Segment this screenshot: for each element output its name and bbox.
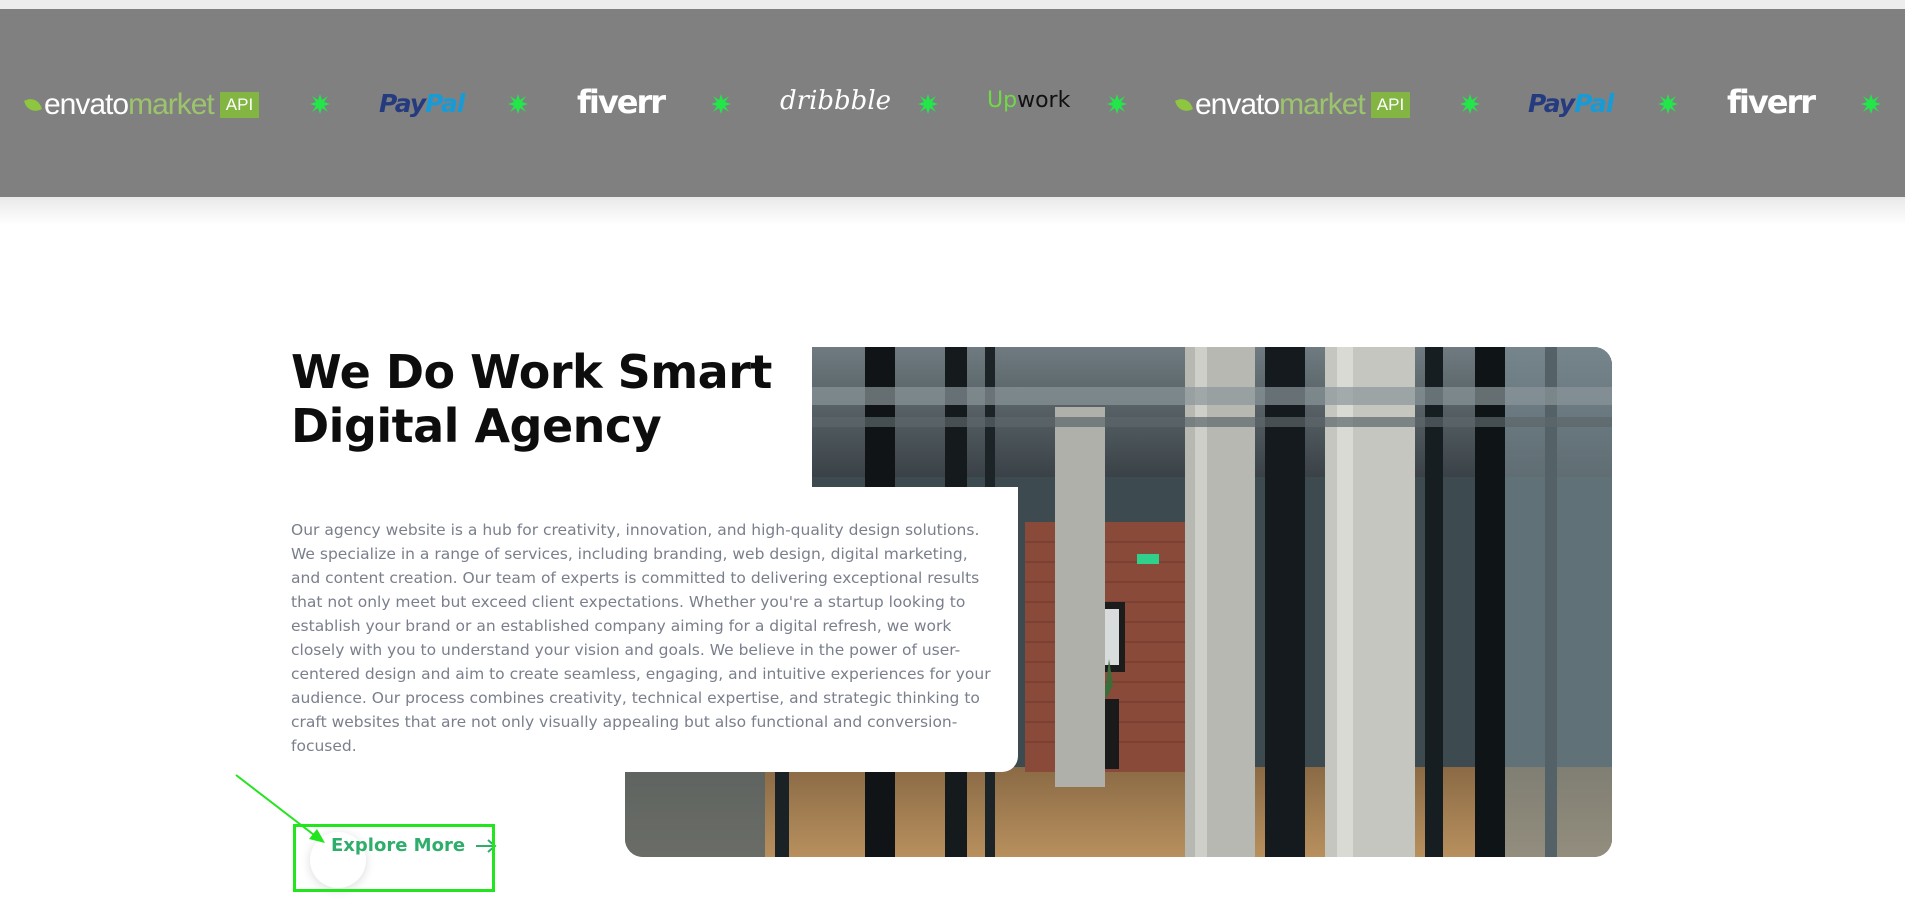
star-burst-icon bbox=[918, 94, 938, 114]
star-burst-icon bbox=[711, 94, 731, 114]
fiverr-logo[interactable]: fiverr bbox=[1727, 83, 1816, 121]
paypal-logo[interactable]: Pay Pal bbox=[1528, 89, 1614, 118]
envato-leaf-icon bbox=[1175, 96, 1193, 114]
paypal-logo[interactable]: Pay Pal bbox=[379, 89, 465, 118]
band-shadow bbox=[0, 197, 1905, 225]
star-burst-icon bbox=[1861, 94, 1881, 114]
envato-market-api-logo[interactable]: envato market API bbox=[1175, 88, 1411, 122]
top-strip bbox=[0, 0, 1905, 9]
hero-title-line: Digital Agency bbox=[291, 399, 662, 453]
annotation-highlight-box bbox=[293, 824, 495, 892]
envato-leaf-icon bbox=[24, 96, 42, 114]
fiverr-logo[interactable]: fiverr bbox=[577, 83, 666, 121]
client-logo-band: envato market API Pay Pal fiverr dribbble… bbox=[0, 9, 1905, 197]
star-burst-icon bbox=[1460, 94, 1480, 114]
envato-market-api-logo[interactable]: envato market API bbox=[24, 88, 260, 122]
upwork-logo[interactable]: Up work bbox=[987, 88, 1070, 113]
dribbble-logo[interactable]: dribbble bbox=[780, 86, 891, 116]
hero-description: Our agency website is a hub for creativi… bbox=[291, 521, 991, 755]
star-burst-icon bbox=[508, 94, 528, 114]
star-burst-icon bbox=[1107, 94, 1127, 114]
hero-title: We Do Work Smart Digital Agency bbox=[291, 345, 772, 453]
star-burst-icon bbox=[310, 94, 330, 114]
hero-title-line: We Do Work Smart bbox=[291, 345, 772, 399]
star-burst-icon bbox=[1658, 94, 1678, 114]
